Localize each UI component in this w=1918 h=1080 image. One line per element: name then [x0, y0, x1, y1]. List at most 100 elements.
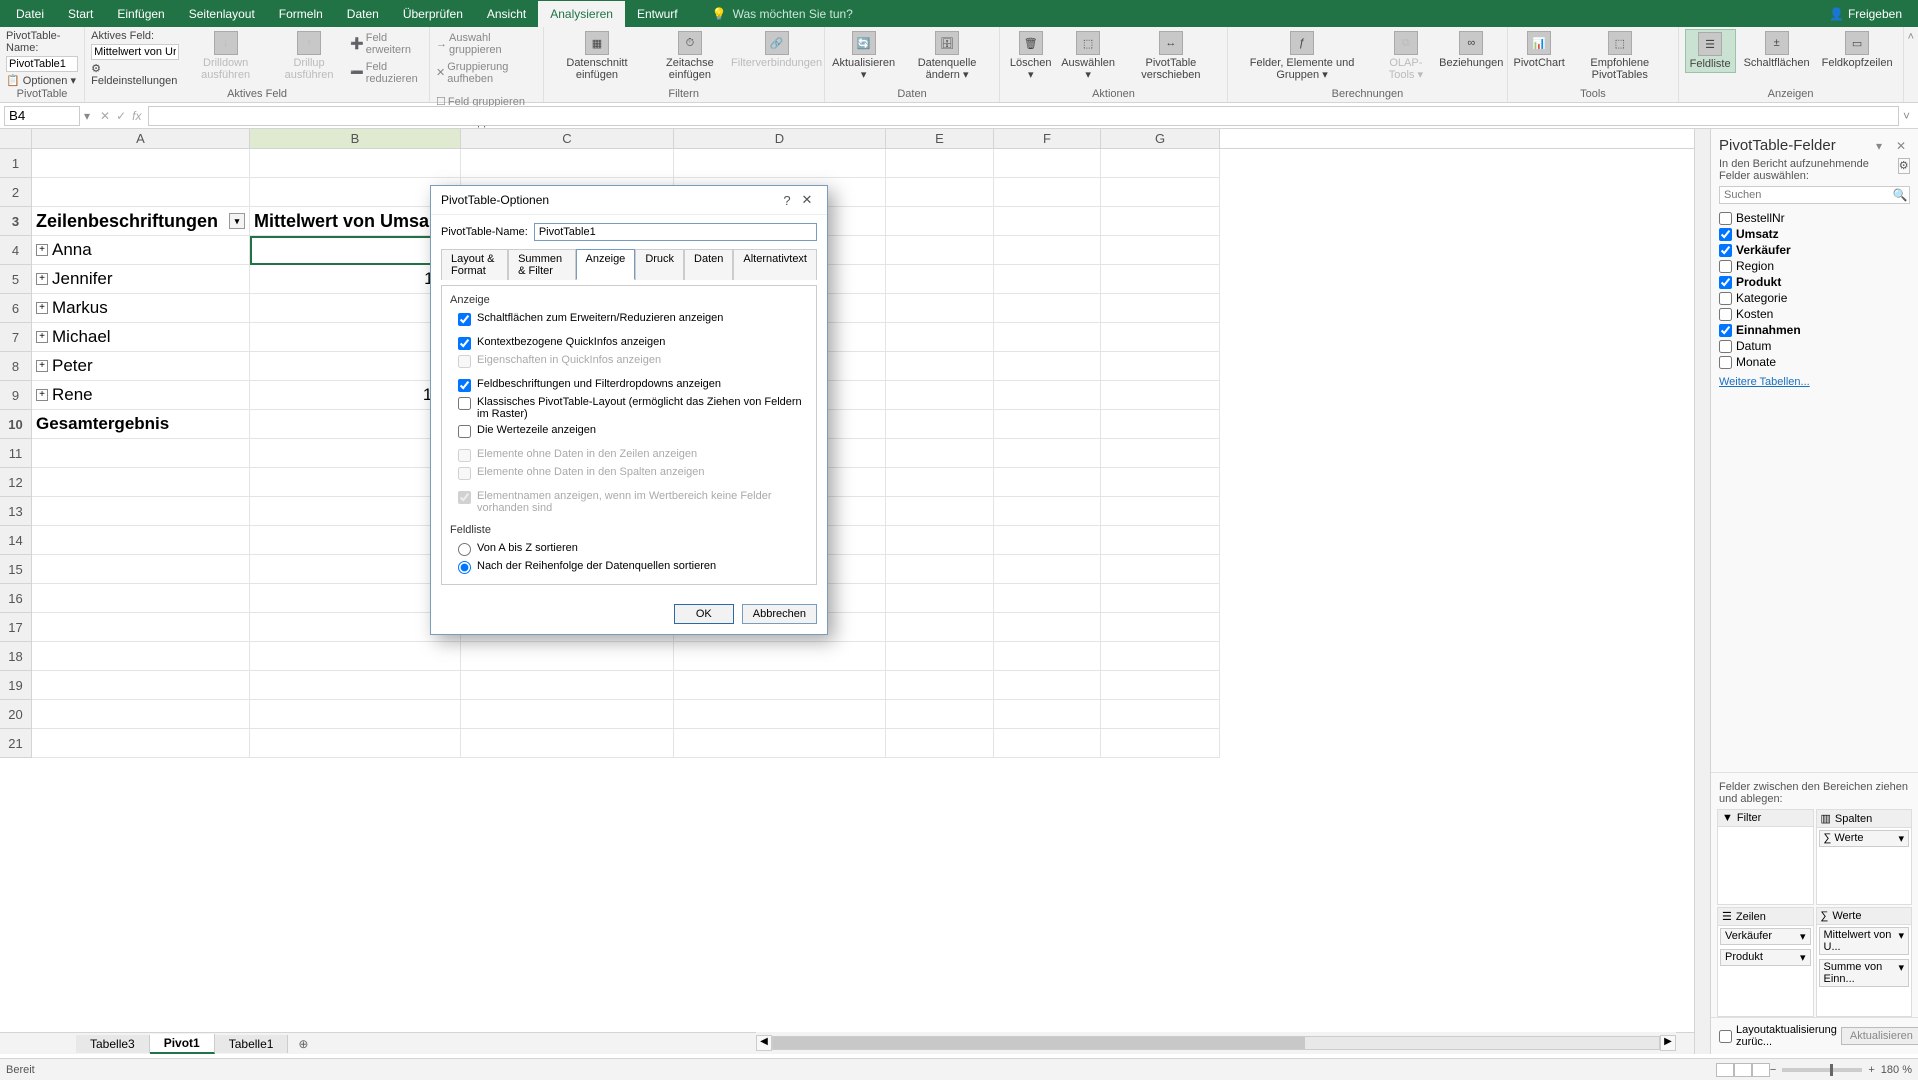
field-settings-button[interactable]: ⚙ Feldeinstellungen — [91, 62, 179, 87]
formula-expand-icon[interactable]: ˅ — [1899, 109, 1914, 123]
chevron-down-icon[interactable]: ▾ — [1898, 929, 1904, 953]
field-checkbox[interactable] — [1719, 228, 1732, 241]
dialog-tab-layout[interactable]: Layout & Format — [441, 249, 508, 280]
pivot-row-item[interactable]: +Markus — [32, 294, 250, 323]
formula-input[interactable] — [148, 106, 1899, 126]
field-item[interactable]: Region — [1719, 258, 1910, 274]
spreadsheet-area[interactable]: A B C D E F G 1 2 3 Zeilenbeschriftungen… — [0, 129, 1694, 1054]
field-item[interactable]: Kategorie — [1719, 290, 1910, 306]
row-header[interactable]: 8 — [0, 352, 32, 381]
chevron-down-icon[interactable]: ▾ — [1800, 930, 1806, 943]
tab-analysieren[interactable]: Analysieren — [538, 1, 625, 27]
row-header[interactable]: 13 — [0, 497, 32, 526]
row-header[interactable]: 12 — [0, 468, 32, 497]
dialog-help-icon[interactable]: ? — [777, 193, 797, 208]
insert-slicer-button[interactable]: ▦Datenschnitt einfügen — [550, 29, 644, 83]
tab-ueberpruefen[interactable]: Überprüfen — [391, 1, 475, 27]
expand-icon[interactable]: + — [36, 389, 48, 401]
field-item[interactable]: Kosten — [1719, 306, 1910, 322]
row-header[interactable]: 7 — [0, 323, 32, 352]
chevron-down-icon[interactable]: ▾ — [1898, 961, 1904, 985]
fx-icon[interactable]: fx — [132, 109, 141, 123]
dialog-tab-daten[interactable]: Daten — [684, 249, 733, 280]
fieldpane-close-icon[interactable]: ✕ — [1896, 139, 1910, 153]
pivot-row-item[interactable]: +Anna — [32, 236, 250, 265]
scroll-left-icon[interactable]: ◀ — [756, 1035, 772, 1051]
pivot-grand-total-label[interactable]: Gesamtergebnis — [32, 410, 250, 439]
zoom-slider-thumb[interactable] — [1830, 1064, 1833, 1076]
tab-daten[interactable]: Daten — [335, 1, 391, 27]
row-header[interactable]: 16 — [0, 584, 32, 613]
opt-expand-buttons[interactable] — [458, 313, 471, 326]
field-checkbox[interactable] — [1719, 292, 1732, 305]
row-header[interactable]: 9 — [0, 381, 32, 410]
tell-me-search[interactable]: 💡 Was möchten Sie tun? — [702, 3, 863, 25]
pt-name-input[interactable] — [6, 56, 78, 72]
pivot-row-header[interactable]: Zeilenbeschriftungen▾ — [32, 207, 250, 236]
cancel-icon[interactable]: ✕ — [100, 109, 110, 123]
row-header[interactable]: 1 — [0, 149, 32, 178]
field-item[interactable]: Umsatz — [1719, 226, 1910, 242]
row-header[interactable]: 4 — [0, 236, 32, 265]
tab-start[interactable]: Start — [56, 1, 105, 27]
fields-items-button[interactable]: ƒFelder, Elemente und Gruppen ▾ — [1234, 29, 1371, 83]
recommended-pivottables-button[interactable]: ⬚Empfohlene PivotTables — [1568, 29, 1672, 83]
dialog-tab-alttext[interactable]: Alternativtext — [733, 249, 817, 280]
opt-sort-source[interactable] — [458, 561, 471, 574]
chevron-down-icon[interactable]: ▾ — [1800, 951, 1806, 964]
zone-filter[interactable]: ▼Filter — [1717, 809, 1814, 905]
defer-layout-checkbox[interactable] — [1719, 1030, 1732, 1043]
ribbon-collapse-icon[interactable]: ˄ — [1904, 27, 1918, 102]
confirm-icon[interactable]: ✓ — [116, 109, 126, 123]
zone-rows[interactable]: ☰Zeilen Verkäufer▾ Produkt▾ — [1717, 907, 1814, 1017]
row-header[interactable]: 11 — [0, 439, 32, 468]
row-filter-dropdown-icon[interactable]: ▾ — [229, 213, 245, 229]
share-button[interactable]: 👤 Freigeben — [1817, 3, 1914, 25]
fieldpane-search[interactable]: 🔍 — [1719, 186, 1910, 204]
dialog-ok-button[interactable]: OK — [674, 604, 734, 624]
expand-icon[interactable]: + — [36, 273, 48, 285]
view-pagebreak-icon[interactable] — [1752, 1063, 1770, 1077]
zoom-value[interactable]: 180 % — [1881, 1064, 1912, 1076]
col-header-a[interactable]: A — [32, 129, 250, 148]
sheet-tab[interactable]: Tabelle1 — [215, 1035, 289, 1053]
activefield-input[interactable] — [91, 44, 179, 60]
view-normal-icon[interactable] — [1716, 1063, 1734, 1077]
expand-icon[interactable]: + — [36, 360, 48, 372]
tab-datei[interactable]: Datei — [4, 1, 56, 27]
field-headers-toggle[interactable]: ▭Feldkopfzeilen — [1818, 29, 1897, 71]
fieldlist-toggle[interactable]: ☰Feldliste — [1685, 29, 1736, 73]
fieldpane-dropdown-icon[interactable]: ▾ — [1876, 139, 1890, 153]
row-header[interactable]: 21 — [0, 729, 32, 758]
field-checkbox[interactable] — [1719, 356, 1732, 369]
dialog-cancel-button[interactable]: Abbrechen — [742, 604, 817, 624]
fieldpane-search-input[interactable] — [1720, 187, 1891, 203]
scroll-right-icon[interactable]: ▶ — [1660, 1035, 1676, 1051]
col-header-g[interactable]: G — [1101, 129, 1220, 148]
clear-button[interactable]: 🗑Löschen ▾ — [1006, 29, 1054, 83]
buttons-toggle[interactable]: ±Schaltflächen — [1740, 29, 1814, 71]
opt-sort-az[interactable] — [458, 543, 471, 556]
relationships-button[interactable]: ∞Beziehungen — [1441, 29, 1501, 71]
field-checkbox[interactable] — [1719, 212, 1732, 225]
field-item[interactable]: Monate — [1719, 354, 1910, 370]
sheet-tab-active[interactable]: Pivot1 — [150, 1034, 215, 1054]
field-checkbox[interactable] — [1719, 244, 1732, 257]
sheet-tab[interactable]: Tabelle3 — [76, 1035, 150, 1053]
pt-options-button[interactable]: 📋 Optionen ▾ — [6, 74, 76, 87]
col-header-d[interactable]: D — [674, 129, 886, 148]
zone-item[interactable]: Verkäufer▾ — [1720, 928, 1811, 945]
move-pivottable-button[interactable]: ↔PivotTable verschieben — [1121, 29, 1220, 83]
field-checkbox[interactable] — [1719, 308, 1732, 321]
zoom-out-icon[interactable]: − — [1770, 1064, 1776, 1076]
row-header[interactable]: 15 — [0, 555, 32, 584]
zone-values[interactable]: ∑Werte Mittelwert von U...▾ Summe von Ei… — [1816, 907, 1913, 1017]
select-button[interactable]: ⬚Auswählen ▾ — [1059, 29, 1117, 83]
zone-item[interactable]: Summe von Einn...▾ — [1819, 959, 1910, 987]
vertical-scrollbar[interactable] — [1694, 129, 1710, 1054]
field-item[interactable]: BestellNr — [1719, 210, 1910, 226]
pivotchart-button[interactable]: 📊PivotChart — [1514, 29, 1564, 71]
row-header[interactable]: 10 — [0, 410, 32, 439]
pivot-row-item[interactable]: +Rene — [32, 381, 250, 410]
opt-field-labels[interactable] — [458, 379, 471, 392]
